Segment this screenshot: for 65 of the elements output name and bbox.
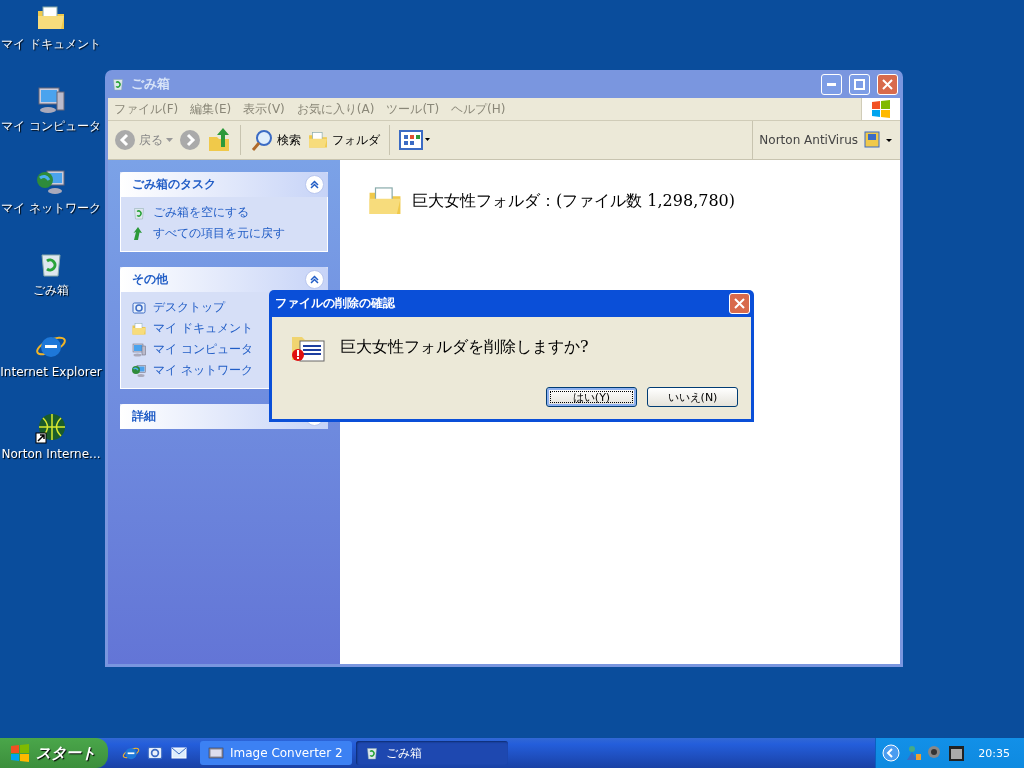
minimize-button[interactable] xyxy=(821,73,842,95)
panel-title[interactable]: 詳細 xyxy=(132,408,156,425)
recycle-bin-icon xyxy=(110,76,126,92)
globe-shortcut-icon xyxy=(35,412,67,444)
desktop-icon-label[interactable]: マイ コンピュータ xyxy=(0,119,102,133)
tray-app-icon[interactable] xyxy=(948,744,967,762)
panel-title[interactable]: その他 xyxy=(132,271,168,288)
folder-up-icon[interactable] xyxy=(207,127,231,153)
close-icon xyxy=(734,298,745,309)
desktop-icon-label[interactable]: ごみ箱 xyxy=(0,283,102,297)
desktop-icon xyxy=(131,299,147,316)
maximize-icon xyxy=(854,78,865,90)
dialog-message: 巨大女性フォルダを削除しますか? xyxy=(340,336,589,358)
task-link[interactable]: すべての項目を元に戻す xyxy=(153,225,285,242)
dialog-button[interactable]: はい(Y) xyxy=(546,387,637,407)
toolbar-label: Norton AntiVirus xyxy=(759,133,858,147)
desktop-icon-label[interactable]: Norton Interne... xyxy=(0,447,102,461)
taskbar-button[interactable]: ごみ箱 xyxy=(356,741,508,765)
desktop-icon-label[interactable]: マイ ドキュメント xyxy=(0,37,102,51)
taskbar-button[interactable]: Image Converter 2 xyxy=(200,741,352,765)
collapse-icon[interactable] xyxy=(305,270,324,289)
maximize-button[interactable] xyxy=(849,73,870,95)
close-icon xyxy=(882,78,893,90)
folders-button[interactable]: フォルダ xyxy=(307,129,380,151)
recycle-bin-icon xyxy=(364,745,380,761)
task-link[interactable]: マイ ドキュメント xyxy=(153,320,253,337)
task-link[interactable]: マイ コンピュータ xyxy=(153,341,253,358)
dialog-button[interactable]: いいえ(N) xyxy=(647,387,738,407)
folder-icon xyxy=(131,320,147,337)
minimize-icon xyxy=(827,82,836,86)
menu-item[interactable]: 編集(E) xyxy=(184,100,238,118)
task-link[interactable]: ごみ箱を空にする xyxy=(153,204,249,221)
search-icon xyxy=(250,128,274,152)
mail-icon[interactable] xyxy=(170,744,188,762)
views-icon[interactable] xyxy=(399,129,431,151)
norton-icon[interactable] xyxy=(864,131,894,149)
network-computer-icon xyxy=(131,362,147,379)
back-button[interactable]: 戻る xyxy=(114,129,173,151)
desktop-icon xyxy=(146,744,164,762)
chevron-left-icon[interactable] xyxy=(882,744,901,762)
dialog-title: ファイルの削除の確認 xyxy=(275,295,395,312)
folder-label[interactable]: 巨大女性フォルダ：(ファイル数 1,298,780) xyxy=(412,190,735,212)
monitor-icon xyxy=(208,745,224,761)
menu-item[interactable]: ヘルプ(H) xyxy=(445,100,512,118)
computer-icon xyxy=(35,84,67,116)
close-button[interactable] xyxy=(729,293,750,314)
task-link[interactable]: デスクトップ xyxy=(153,299,225,316)
start-button[interactable]: スタート xyxy=(0,738,108,768)
caret-icon xyxy=(166,138,173,142)
close-button[interactable] xyxy=(877,73,898,95)
menu-item[interactable]: お気に入り(A) xyxy=(290,100,381,118)
clock: 20:35 xyxy=(978,746,1010,760)
folder-icon xyxy=(307,129,329,151)
collapse-icon[interactable] xyxy=(305,175,324,194)
desktop-icon-label[interactable]: マイ ネットワーク xyxy=(0,201,102,215)
windows-logo xyxy=(10,744,30,762)
computer-icon xyxy=(131,341,147,358)
menu-item[interactable]: ツール(T) xyxy=(380,100,446,118)
menu-item[interactable]: ファイル(F) xyxy=(108,100,185,118)
network-users-icon[interactable] xyxy=(904,744,923,762)
window-title: ごみ箱 xyxy=(131,75,171,93)
task-link[interactable]: マイ ネットワーク xyxy=(153,362,253,379)
search-button[interactable]: 検索 xyxy=(250,128,301,152)
desktop-icon-label[interactable]: Internet Explorer xyxy=(0,365,102,379)
menu-item[interactable]: 表示(V) xyxy=(237,100,291,118)
